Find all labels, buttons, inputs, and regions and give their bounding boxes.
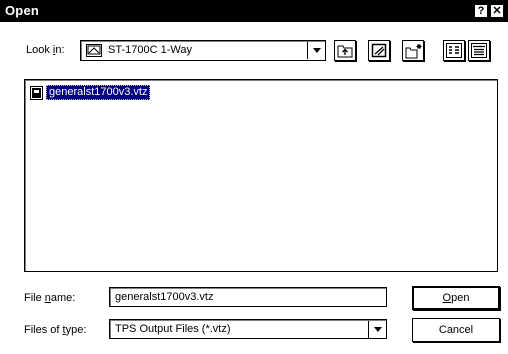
help-button[interactable]: ? (474, 4, 488, 18)
list-view-icon (446, 43, 462, 58)
look-in-label: Look in: (26, 44, 65, 56)
up-folder-icon (337, 45, 353, 58)
chevron-down-icon[interactable] (368, 321, 385, 338)
file-type-label: Files of type: (24, 324, 87, 336)
file-type-dropdown[interactable]: TPS Output Files (*.vtz) (109, 319, 387, 339)
create-new-folder-button[interactable] (402, 40, 424, 61)
close-icon: ✕ (492, 5, 502, 17)
look-in-dropdown[interactable]: ST-1700C 1-Way (80, 40, 326, 61)
file-icon (30, 85, 43, 100)
file-name[interactable]: generalst1700v3.vtz (46, 85, 151, 100)
title-bar[interactable]: Open ? ✕ (0, 0, 508, 22)
file-name-label: File name: (24, 292, 76, 304)
open-dialog: Open ? ✕ Look in: ST-1700C 1-Way general… (0, 0, 508, 354)
list-view-button[interactable] (443, 40, 465, 61)
chevron-down-icon[interactable] (307, 42, 324, 59)
file-name-value: generalst1700v3.vtz (115, 291, 214, 303)
desktop-icon (371, 43, 387, 58)
file-type-value: TPS Output Files (*.vtz) (115, 323, 231, 335)
details-view-icon (471, 43, 487, 58)
close-button[interactable]: ✕ (490, 4, 504, 18)
cancel-button[interactable]: Cancel (412, 318, 500, 342)
look-in-value: ST-1700C 1-Way (108, 44, 192, 56)
desktop-button[interactable] (368, 40, 390, 61)
drive-icon (86, 44, 102, 57)
new-folder-icon (405, 44, 422, 59)
up-one-level-button[interactable] (334, 40, 356, 61)
list-item[interactable]: generalst1700v3.vtz (30, 85, 151, 100)
details-view-button[interactable] (468, 40, 490, 61)
file-name-input[interactable]: generalst1700v3.vtz (109, 287, 387, 307)
dialog-title: Open (5, 3, 40, 18)
file-list[interactable]: generalst1700v3.vtz (24, 79, 498, 272)
open-button[interactable]: Open (412, 286, 500, 310)
